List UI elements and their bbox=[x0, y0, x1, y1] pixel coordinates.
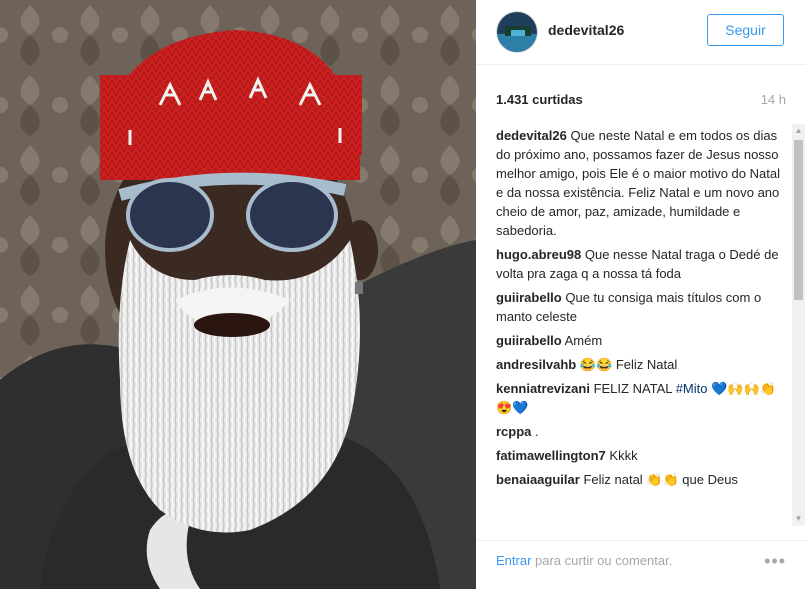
comment-username[interactable]: guiirabello bbox=[496, 290, 562, 305]
login-prompt: Entrar para curtir ou comentar. bbox=[496, 553, 672, 568]
post-header: dedevital26 Seguir bbox=[476, 0, 806, 65]
username[interactable]: dedevital26 bbox=[548, 22, 624, 38]
comments-scrollbar[interactable]: ▲ ▼ bbox=[792, 124, 805, 526]
post-sidebar: dedevital26 Seguir 1.431 curtidas 14 h d… bbox=[476, 0, 806, 589]
comment-username[interactable]: kenniatrevizani bbox=[496, 381, 590, 396]
comment-item: andresilvahb 😂😂 Feliz Natal bbox=[496, 355, 786, 374]
likes-count[interactable]: 1.431 curtidas bbox=[496, 92, 583, 107]
comment-text: 😂😂 Feliz Natal bbox=[579, 357, 678, 372]
comment-username[interactable]: guiirabello bbox=[496, 333, 562, 348]
comment-item: benaiaaguilar Feliz natal 👏👏 que Deus bbox=[496, 470, 786, 489]
comment-item: kenniatrevizani FELIZ NATAL #Mito 💙🙌🙌👏😍💙 bbox=[496, 379, 786, 417]
comment-item: hugo.abreu98 Que nesse Natal traga o Ded… bbox=[496, 245, 786, 283]
comment-item: guiirabello Amém bbox=[496, 331, 786, 350]
comment-item: guiirabello Que tu consiga mais títulos … bbox=[496, 288, 786, 326]
login-link[interactable]: Entrar bbox=[496, 553, 531, 568]
follow-button[interactable]: Seguir bbox=[707, 14, 784, 46]
comment-item: fatimawellington7 Kkkk bbox=[496, 446, 786, 465]
comment-text: Amém bbox=[564, 333, 603, 348]
comment-item: rcppa . bbox=[496, 422, 786, 441]
avatar-image bbox=[497, 12, 537, 52]
comment-text: Que neste Natal e em todos os dias do pr… bbox=[496, 128, 780, 238]
comment-username[interactable]: andresilvahb bbox=[496, 357, 576, 372]
scrollbar-thumb[interactable] bbox=[794, 140, 803, 300]
comment-username[interactable]: dedevital26 bbox=[496, 128, 567, 143]
comment-username[interactable]: hugo.abreu98 bbox=[496, 247, 581, 262]
comment-username[interactable]: fatimawellington7 bbox=[496, 448, 606, 463]
comment-text: . bbox=[535, 424, 539, 439]
post-photo[interactable] bbox=[0, 0, 476, 589]
login-prompt-text: para curtir ou comentar. bbox=[531, 553, 673, 568]
scroll-up-icon[interactable]: ▲ bbox=[792, 124, 805, 138]
hashtag-link[interactable]: #Mito bbox=[676, 381, 708, 396]
comment-username[interactable]: rcppa bbox=[496, 424, 531, 439]
comment-text: Kkkk bbox=[609, 448, 638, 463]
comment-text: FELIZ NATAL bbox=[593, 381, 673, 396]
comment-item: dedevital26 Que neste Natal e em todos o… bbox=[496, 126, 786, 240]
scroll-down-icon[interactable]: ▼ bbox=[792, 512, 805, 526]
comment-username[interactable]: benaiaaguilar bbox=[496, 472, 580, 487]
post-timestamp: 14 h bbox=[760, 92, 786, 107]
comment-text: Feliz natal 👏👏 que Deus bbox=[583, 472, 738, 487]
more-options-icon[interactable]: ••• bbox=[764, 551, 786, 572]
post-footer: Entrar para curtir ou comentar. ••• bbox=[476, 540, 806, 590]
santa-photo-image bbox=[0, 0, 476, 589]
avatar[interactable] bbox=[496, 11, 538, 53]
comments-list[interactable]: dedevital26 Que neste Natal e em todos o… bbox=[496, 126, 786, 526]
